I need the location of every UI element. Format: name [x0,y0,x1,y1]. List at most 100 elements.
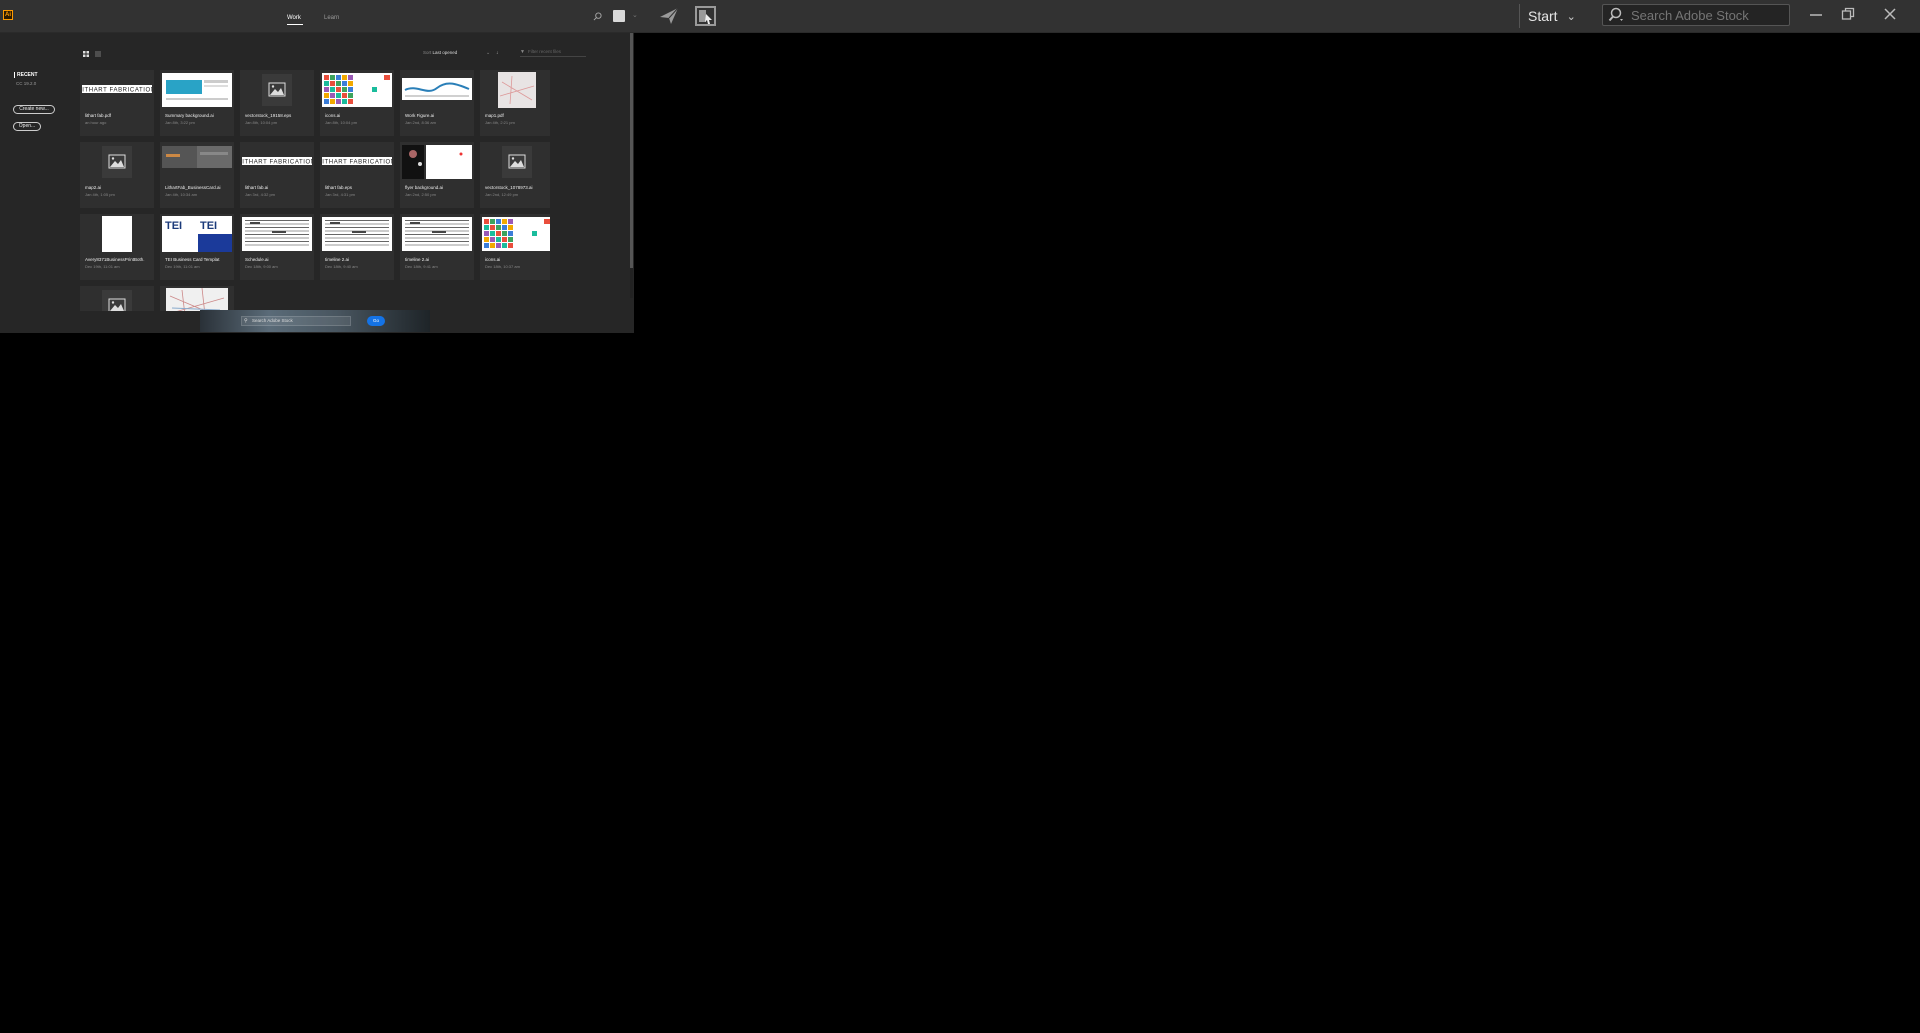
file-card[interactable]: LithartFab_BusinessCard.ai Jan 4th, 10:3… [160,142,234,208]
stock-search-box[interactable] [1602,4,1790,26]
file-thumbnail[interactable] [82,288,152,311]
file-card[interactable]: LITHART FABRICATION lithart fab.pdf an h… [80,70,154,136]
file-thumbnail-image: TEI TEI [162,216,232,252]
file-card[interactable]: icons.ai Dec 18th, 10:37 am [480,214,550,280]
file-date: Dec 19th, 11:01 am [85,264,120,269]
file-name: Summary background.ai [165,113,214,118]
minimize-icon [1810,14,1822,16]
file-card[interactable]: Summary background.ai Jan 8th, 3:22 pm [160,70,234,136]
file-card[interactable]: Schedule.ai Dec 18th, 9:00 am [240,214,314,280]
file-date: Dec 18th, 9:41 am [405,264,438,269]
sidebar-item-recent[interactable]: RECENT [14,72,38,78]
svg-text:LITHART FABRICATION: LITHART FABRICATION [242,160,312,166]
file-thumbnail[interactable] [322,216,392,252]
file-date: Jan 8th, 10:04 pm [325,120,358,125]
file-thumbnail[interactable] [82,216,152,252]
active-tab-indicator [287,24,303,25]
file-thumbnail-image [498,72,536,108]
file-date: Dec 18th, 10:37 am [485,264,520,269]
file-name: Avery8371BusinessPrintBoth. [85,257,145,262]
file-name: Schedule.ai [245,257,269,262]
file-thumbnail[interactable]: LITHART FABRICATION [242,144,312,180]
chevron-down-icon[interactable]: ⌄ [632,11,638,19]
sort-dropdown[interactable]: Sort Last opened [423,50,457,55]
list-view-icon[interactable] [95,51,101,57]
search-icon[interactable] [593,12,602,21]
restore-button[interactable] [1835,4,1861,24]
file-thumbnail[interactable]: LITHART FABRICATION [322,144,392,180]
file-card[interactable]: vectorstock_1078973.ai Jan 2nd, 12:49 pm [480,142,550,208]
chevron-down-icon[interactable]: ⌄ [486,50,490,56]
file-thumbnail[interactable] [82,144,152,180]
file-thumbnail-image [482,217,550,251]
file-thumbnail[interactable] [402,216,472,252]
svg-text:LITHART FABRICATION: LITHART FABRICATION [322,160,392,166]
file-thumbnail[interactable] [162,72,232,108]
file-date: Dec 19th, 11:01 am [165,264,200,269]
file-thumbnail[interactable] [242,216,312,252]
file-thumbnail[interactable] [402,144,472,180]
grid-view-icon[interactable] [83,51,89,57]
file-thumbnail[interactable] [322,72,392,108]
paper-plane-icon[interactable] [658,5,680,27]
avatar[interactable] [613,10,625,22]
file-thumbnail[interactable]: TEI TEI [162,216,232,252]
tab-learn[interactable]: Learn [324,15,339,21]
filter-placeholder: Filter recent files [528,49,562,54]
search-icon: ⚲ [244,318,248,324]
file-name: lithart fab.eps [325,185,353,190]
close-icon [1884,8,1896,20]
go-button[interactable]: Go [367,316,385,326]
file-thumbnail[interactable] [402,72,472,108]
file-thumbnail[interactable] [162,288,232,311]
scrollbar-thumb[interactable] [630,33,633,268]
file-card[interactable]: flyer background.ai Jan 2nd, 2:50 pm [400,142,474,208]
file-card[interactable]: TEI TEI TEI Business Card Templat Dec 19t… [160,214,234,280]
file-thumbnail-image [502,146,532,178]
file-thumbnail[interactable] [162,144,232,180]
tab-work[interactable]: Work [287,15,301,21]
file-card[interactable]: timeline 2.ai Dec 18th, 9:40 am [320,214,394,280]
file-card[interactable]: icons.ai Jan 8th, 10:04 pm [320,70,394,136]
arrange-documents-icon[interactable] [694,5,717,27]
file-card[interactable]: Avery8371BusinessPrintBoth. Dec 19th, 11… [80,214,154,280]
file-card[interactable]: map1.pdf Jan 4th, 2:21 pm [480,70,550,136]
file-name: icons.ai [325,113,341,118]
create-new-button[interactable]: Create new... [13,105,55,114]
scrollbar[interactable] [630,33,633,298]
minimize-button[interactable] [1803,4,1829,24]
file-name: timeline 2.ai [405,257,430,262]
workspace-switcher[interactable]: Start ⌄ [1519,4,1585,28]
open-button[interactable]: Open... [13,122,41,131]
file-thumbnail[interactable] [482,216,550,252]
file-card[interactable] [160,286,234,311]
close-button[interactable] [1877,4,1903,24]
file-name: lithart fab.ai [245,185,269,190]
file-card[interactable]: LITHART FABRICATION lithart fab.ai Jan 3… [240,142,314,208]
file-thumbnail-image: LITHART FABRICATION [82,72,152,108]
file-card[interactable] [80,286,154,311]
stock-search-input[interactable] [1629,6,1787,24]
banner-search-input[interactable]: ⚲ Search Adobe Stock [241,316,351,326]
file-name: lithart fab.pdf [85,113,112,118]
file-thumbnail[interactable] [482,72,550,108]
filter-input[interactable]: ▼ Filter recent files [520,49,586,57]
file-card[interactable]: Work Figure.ai Jan 2nd, 8:36 am [400,70,474,136]
file-name: timeline 2.ai [325,257,350,262]
banner-search-placeholder: Search Adobe Stock [252,318,293,323]
stock-banner: ⚲ Search Adobe Stock Go [200,310,430,332]
file-card[interactable]: vectorstock_19158.eps Jan 8th, 10:04 pm [240,70,314,136]
file-thumbnail-image [242,217,312,251]
file-thumbnail-image: LITHART FABRICATION [322,144,392,180]
file-thumbnail[interactable]: LITHART FABRICATION [82,72,152,108]
file-date: Jan 4th, 1:05 pm [85,192,115,197]
file-thumbnail[interactable] [482,144,550,180]
sort-direction-icon[interactable]: ↓ [496,50,499,56]
file-thumbnail[interactable] [242,72,312,108]
app-bar: Ai Work Learn ⌄ Start ⌄ [0,0,1920,33]
file-name: map1.pdf [485,113,504,118]
file-card[interactable]: map2.ai Jan 4th, 1:05 pm [80,142,154,208]
file-card[interactable]: timeline 2.ai Dec 18th, 9:41 am [400,214,474,280]
file-date: Jan 2nd, 2:50 pm [405,192,436,197]
file-card[interactable]: LITHART FABRICATION lithart fab.eps Jan … [320,142,394,208]
